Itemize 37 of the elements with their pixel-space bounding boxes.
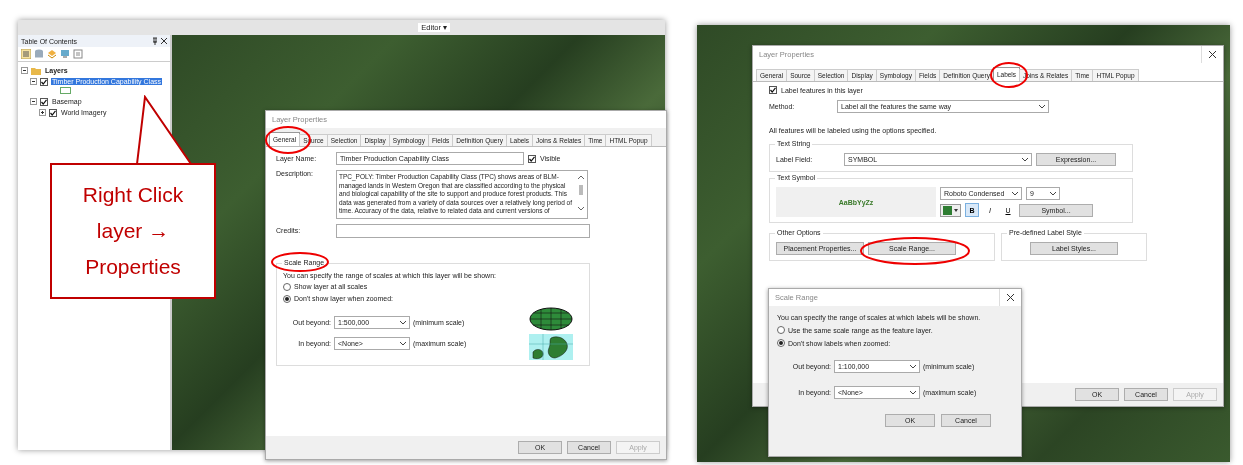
close-icon [1007, 294, 1014, 301]
legend-swatch-icon [60, 87, 71, 94]
collapse-icon[interactable] [30, 98, 37, 105]
radio-button[interactable] [777, 326, 785, 334]
description-field[interactable] [336, 170, 588, 219]
checkbox[interactable] [40, 77, 48, 86]
caret-icon [1022, 157, 1028, 162]
highlight-ellipse [270, 251, 330, 273]
caret-icon [910, 390, 916, 395]
checkbox[interactable] [49, 108, 57, 117]
color-picker-button[interactable] [940, 203, 961, 217]
caret-icon [954, 208, 958, 212]
close-icon [1209, 51, 1216, 58]
expand-icon[interactable] [39, 109, 46, 116]
caret-icon [1012, 191, 1018, 196]
map-drawing [529, 333, 573, 360]
layers-icon[interactable] [47, 49, 57, 59]
collapse-icon[interactable] [30, 78, 37, 85]
credits-field[interactable] [336, 223, 590, 238]
folder-icon [31, 66, 41, 75]
caret-icon [400, 341, 406, 346]
pin-icon[interactable] [152, 37, 158, 45]
radio-button[interactable] [283, 294, 291, 303]
caret-icon [1050, 191, 1056, 196]
radio-button[interactable] [777, 339, 785, 347]
checkbox[interactable] [769, 86, 777, 94]
globe-drawing [529, 306, 573, 331]
checkbox[interactable] [40, 97, 48, 106]
checkbox[interactable] [528, 154, 536, 163]
close-icon[interactable] [161, 38, 167, 44]
callout: Right Click layer → Properties [50, 163, 216, 299]
caret-icon [400, 320, 406, 325]
caret-icon [910, 364, 916, 369]
collapse-icon[interactable] [21, 67, 28, 74]
radio-button[interactable] [283, 282, 291, 291]
scrollbar-icon[interactable] [577, 173, 585, 213]
caret-icon [1039, 104, 1045, 109]
